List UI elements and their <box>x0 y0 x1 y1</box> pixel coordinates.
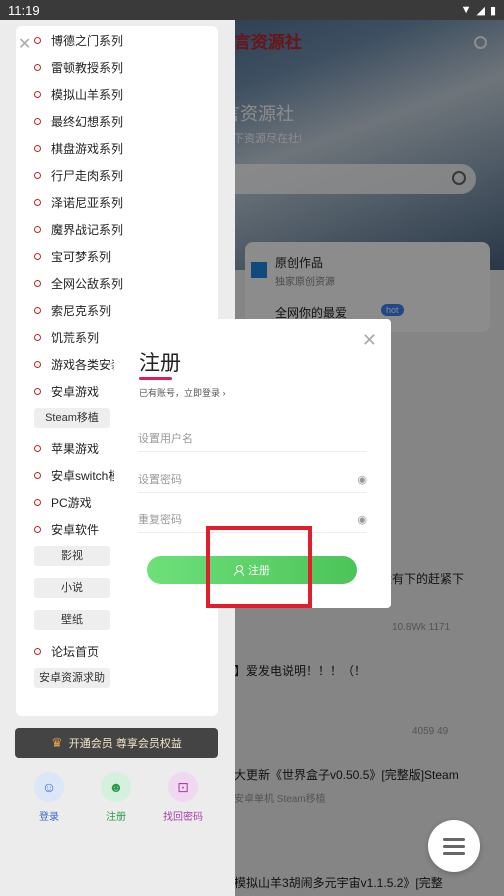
title-underline <box>139 377 172 380</box>
sidebar-item[interactable]: 安卓switch模 <box>34 467 120 484</box>
bullet-icon <box>34 388 41 395</box>
chevron-right-icon: › <box>222 388 226 398</box>
bullet-icon <box>34 307 41 314</box>
menu-fab-button[interactable] <box>428 820 480 872</box>
modal-title: 注册 <box>139 352 181 375</box>
close-icon[interactable]: ✕ <box>362 331 377 349</box>
sidebar-item-label: 雷顿教授系列 <box>51 61 124 75</box>
lock-icon: ⊡ <box>168 772 198 802</box>
sidebar-item[interactable]: 安卓游戏 <box>34 383 99 400</box>
sidebar-item-label: 最终幻想系列 <box>51 115 124 129</box>
crown-icon: ♛ <box>51 735 63 750</box>
wifi-icon: ▼ <box>460 4 472 16</box>
sidebar-item-label: 安卓switch模 <box>51 469 121 483</box>
menu-icon <box>443 844 465 848</box>
status-icons: ▼ ◢ ▮ <box>461 4 496 17</box>
sidebar-item-label: 博德之门系列 <box>51 34 124 48</box>
bullet-icon <box>34 37 41 44</box>
bullet-icon <box>34 253 41 260</box>
menu-icon <box>443 851 465 855</box>
vip-text: 开通会员 尊享会员权益 <box>68 738 182 750</box>
sidebar-item[interactable]: 棋盘游戏系列 <box>34 140 123 157</box>
bullet-icon <box>34 472 41 479</box>
sidebar-item[interactable]: 游戏各类安装 <box>34 356 123 373</box>
status-time: 11:19 <box>8 2 40 18</box>
sidebar-item-label: 安卓游戏 <box>51 385 100 399</box>
sidebar-item-label: 魔界战记系列 <box>51 223 124 237</box>
repeat-password-input[interactable] <box>138 513 328 526</box>
sidebar-item[interactable]: 安卓软件 <box>34 521 99 538</box>
bullet-icon <box>34 334 41 341</box>
bullet-icon <box>34 445 41 452</box>
login-link-text: 已有账号，立即登录 <box>139 388 221 398</box>
find-password-label: 找回密码 <box>163 812 203 823</box>
bullet-icon <box>34 91 41 98</box>
sidebar-item-label: 游戏各类安装 <box>51 358 124 372</box>
sidebar-item-label: 饥荒系列 <box>51 331 100 345</box>
sidebar-item-forum-home[interactable]: 论坛首页 <box>34 643 99 660</box>
menu-icon <box>443 837 465 841</box>
username-input[interactable] <box>138 432 328 445</box>
sidebar-item-label: 棋盘游戏系列 <box>51 142 124 156</box>
bullet-icon <box>34 226 41 233</box>
login-icon: ☺ <box>34 772 64 802</box>
bullet-icon <box>34 648 41 655</box>
sidebar-item[interactable]: 博德之门系列 <box>34 32 123 49</box>
user-icon: ☻ <box>101 772 131 802</box>
sidebar-chip-wallpaper[interactable]: 壁纸 <box>34 610 110 630</box>
sidebar-item-label: 安卓软件 <box>51 523 100 537</box>
password-input[interactable] <box>138 473 328 486</box>
sidebar-item-label: 全网公敌系列 <box>51 277 124 291</box>
bullet-icon <box>34 118 41 125</box>
register-label: 注册 <box>106 812 126 823</box>
sidebar-item[interactable]: 苹果游戏 <box>34 440 99 457</box>
sidebar-chip-novel[interactable]: 小说 <box>34 578 110 598</box>
bullet-icon <box>34 526 41 533</box>
sidebar-item-label: 论坛首页 <box>51 645 100 659</box>
sidebar-item[interactable]: 饥荒系列 <box>34 329 99 346</box>
battery-icon: ▮ <box>489 4 496 17</box>
sidebar-item-label: 宝可梦系列 <box>51 250 112 264</box>
login-link[interactable]: 已有账号，立即登录 › <box>139 386 226 399</box>
status-bar: 11:19 ▼ ◢ ▮ <box>0 0 504 20</box>
password-field[interactable]: ◉ <box>138 467 367 493</box>
sidebar-item[interactable]: 索尼克系列 <box>34 302 111 319</box>
sidebar-item[interactable]: 雷顿教授系列 <box>34 59 123 76</box>
sidebar-item[interactable]: 全网公敌系列 <box>34 275 123 292</box>
sidebar-item[interactable]: 最终幻想系列 <box>34 113 123 130</box>
login-button[interactable]: ☺ 登录 <box>19 772 79 823</box>
sidebar-item-label: 苹果游戏 <box>51 442 100 456</box>
sidebar-item[interactable]: 魔界战记系列 <box>34 221 123 238</box>
sidebar-chip-steam[interactable]: Steam移植 <box>34 408 110 428</box>
bullet-icon <box>34 499 41 506</box>
bullet-icon <box>34 172 41 179</box>
sidebar-item[interactable]: 泽诺尼亚系列 <box>34 194 123 211</box>
sidebar-item-label: 索尼克系列 <box>51 304 112 318</box>
sidebar-item-label: 泽诺尼亚系列 <box>51 196 124 210</box>
login-label: 登录 <box>39 812 59 823</box>
register-nav-button[interactable]: ☻ 注册 <box>86 772 146 823</box>
sidebar-item-label: 模拟山羊系列 <box>51 88 124 102</box>
vip-banner[interactable]: ♛ 开通会员 尊享会员权益 <box>15 728 218 758</box>
sidebar-item[interactable]: 宝可梦系列 <box>34 248 111 265</box>
signal-icon: ◢ <box>476 4 485 17</box>
highlight-annotation-box <box>206 526 312 608</box>
bullet-icon <box>34 64 41 71</box>
find-password-button[interactable]: ⊡ 找回密码 <box>153 772 213 823</box>
bullet-icon <box>34 280 41 287</box>
bullet-icon <box>34 145 41 152</box>
sidebar-chip-video[interactable]: 影视 <box>34 546 110 566</box>
eye-icon[interactable]: ◉ <box>357 513 367 526</box>
username-field[interactable] <box>138 426 367 452</box>
sidebar-item[interactable]: 模拟山羊系列 <box>34 86 123 103</box>
bullet-icon <box>34 361 41 368</box>
close-icon[interactable]: ✕ <box>18 34 31 54</box>
sidebar-item-label: 行尸走肉系列 <box>51 169 124 183</box>
sidebar-item[interactable]: 行尸走肉系列 <box>34 167 123 184</box>
sidebar-item-label: PC游戏 <box>51 496 92 510</box>
bullet-icon <box>34 199 41 206</box>
eye-icon[interactable]: ◉ <box>357 473 367 486</box>
sidebar-chip-resource-request[interactable]: 安卓资源求助 <box>34 668 110 688</box>
sidebar-item[interactable]: PC游戏 <box>34 494 92 511</box>
